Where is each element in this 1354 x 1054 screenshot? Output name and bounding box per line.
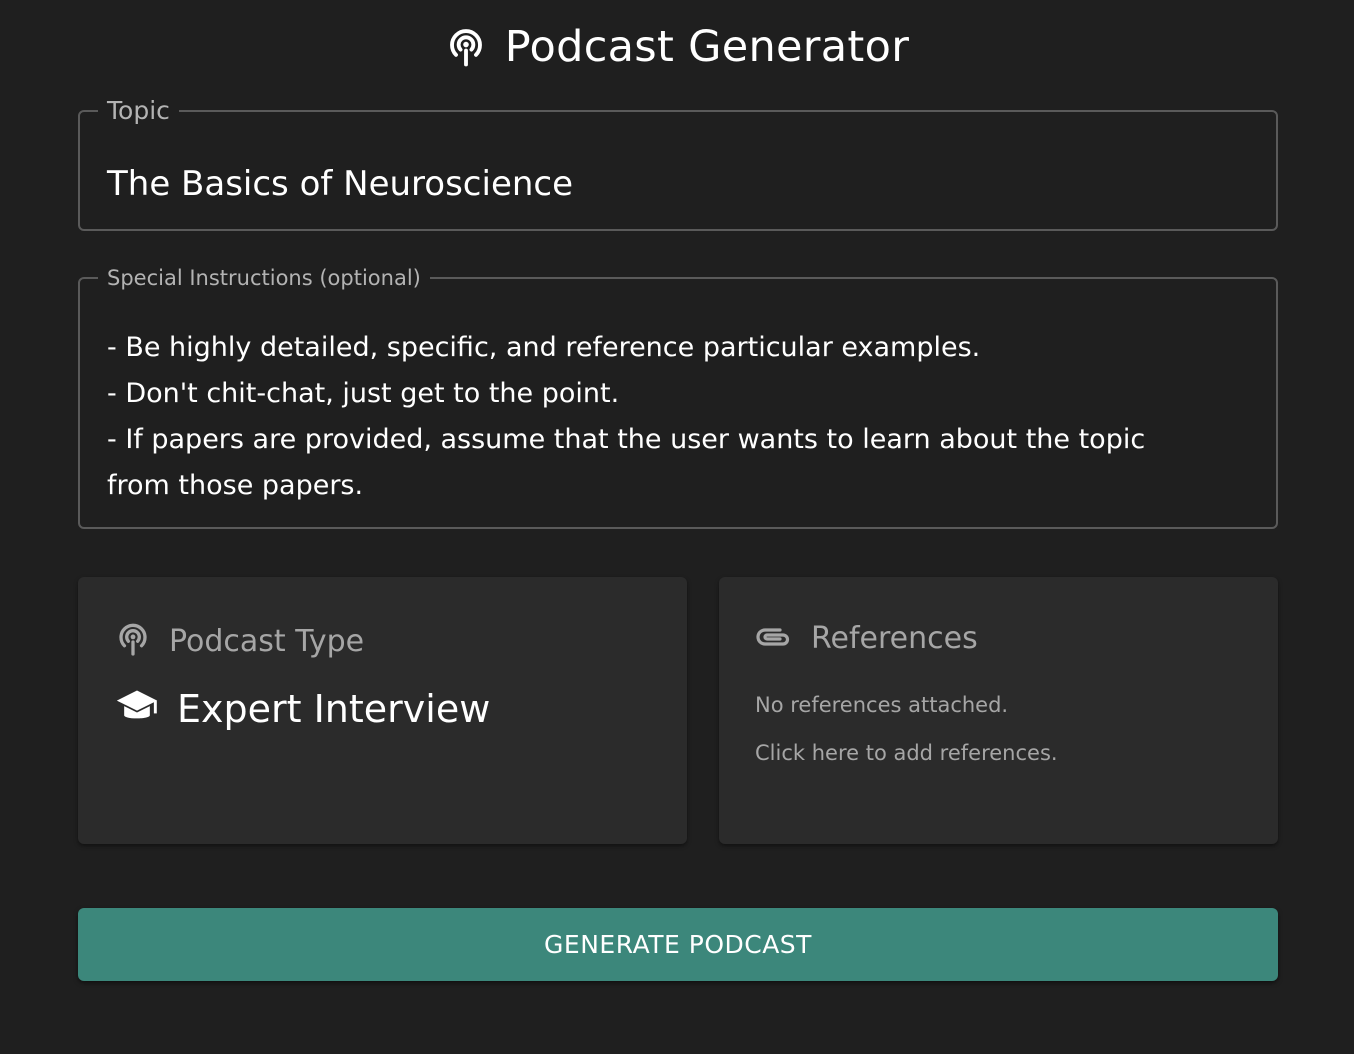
instruction-line: from those papers. <box>107 470 364 501</box>
instruction-line: - Don't chit-chat, just get to the point… <box>107 378 620 409</box>
references-header: References <box>755 621 978 656</box>
header: Podcast Generator <box>0 18 1354 76</box>
podcast-type-card[interactable]: Podcast Type Expert Interview <box>78 577 687 844</box>
references-title: References <box>811 621 978 656</box>
topic-field[interactable]: Topic The Basics of Neuroscience <box>78 98 1278 231</box>
topic-label: Topic <box>107 96 170 125</box>
instruction-line: - Be highly detailed, specific, and refe… <box>107 332 981 363</box>
references-empty-text: No references attached. <box>755 693 1009 717</box>
podcast-generator-page: Podcast Generator Topic The Basics of Ne… <box>0 0 1354 1054</box>
podcast-icon <box>115 621 151 661</box>
references-card[interactable]: References No references attached. Click… <box>719 577 1278 844</box>
podcast-type-value: Expert Interview <box>177 687 491 731</box>
special-instructions-field[interactable]: Special Instructions (optional) - Be hig… <box>78 267 1278 529</box>
podcast-type-header: Podcast Type <box>115 621 364 661</box>
instruction-line: - If papers are provided, assume that th… <box>107 424 1146 455</box>
special-instructions-textarea[interactable]: - Be highly detailed, specific, and refe… <box>107 325 1216 509</box>
podcast-icon <box>445 26 487 68</box>
generate-podcast-button[interactable]: GENERATE PODCAST <box>78 908 1278 981</box>
special-instructions-label: Special Instructions (optional) <box>107 266 421 290</box>
podcast-type-title: Podcast Type <box>169 623 365 659</box>
page-title: Podcast Generator <box>504 22 910 72</box>
podcast-type-selection[interactable]: Expert Interview <box>115 687 490 731</box>
graduation-cap-icon <box>115 688 159 730</box>
add-references-link[interactable]: Click here to add references. <box>755 741 1058 765</box>
paperclip-icon <box>755 624 793 654</box>
topic-input[interactable]: The Basics of Neuroscience <box>107 164 573 204</box>
